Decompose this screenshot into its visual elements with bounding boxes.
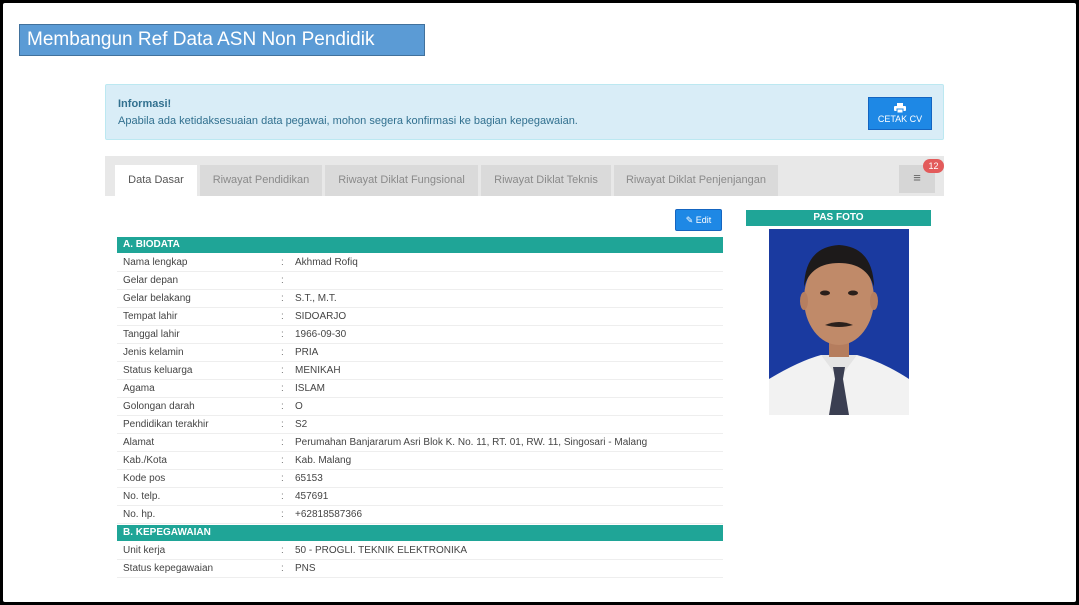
row-label: Pendidikan terakhir [123,419,209,430]
tab-riwayat-diklat-penjenjangan[interactable]: Riwayat Diklat Penjenjangan [614,165,778,196]
row-label: No. hp. [123,509,156,520]
row-value: Perumahan Banjararum Asri Blok K. No. 11… [295,437,648,448]
notification-badge: 12 [923,159,944,173]
row-value: S.T., M.T. [295,293,337,304]
table-row: Jenis kelamin: PRIA [117,344,723,362]
row-separator: : [281,545,284,556]
table-row: Alamat: Perumahan Banjararum Asri Blok K.… [117,434,723,452]
table-row: Agama: ISLAM [117,380,723,398]
pas-foto-title: PAS FOTO [746,210,931,226]
row-separator: : [281,401,284,412]
table-row: Tanggal lahir:1966-09-30 [117,326,723,344]
row-value: +62818587366 [295,509,363,520]
row-value: SIDOARJO [295,311,347,322]
tab-label: Riwayat Pendidikan [212,174,310,186]
tab-label: Riwayat Diklat Fungsional [338,174,465,186]
table-row: Unit kerja:50 - PROGLI. TEKNIK ELEKTRONI… [117,542,723,560]
table-row: Status kepegawaian: PNS [117,560,723,578]
row-value: 50 - PROGLI. TEKNIK ELEKTRONIKA [295,545,468,556]
row-separator: : [281,293,284,304]
cetak-cv-label: CETAK CV [877,114,923,124]
row-label: Kab./Kota [123,455,167,466]
edit-button[interactable]: ✎ Edit [675,209,722,231]
edit-label: Edit [695,215,712,225]
row-value: 65153 [295,473,323,484]
row-separator: : [281,347,284,358]
row-separator: : [281,419,284,430]
print-icon [894,103,906,113]
row-label: Gelar belakang [123,293,191,304]
row-label: Gelar depan [123,275,179,286]
table-row: Kode pos:65153 [117,470,723,488]
row-separator: : [281,491,284,502]
row-label: Unit kerja [123,545,166,556]
row-separator: : [281,365,284,376]
row-label: Tempat lahir [123,311,178,322]
row-separator: : [281,437,284,448]
row-label: Kode pos [123,473,166,484]
slide-title: Membangun Ref Data ASN Non Pendidik [19,24,425,56]
row-separator: : [281,455,284,466]
info-alert: Informasi! Apabila ada ketidaksesuaian d… [105,84,944,140]
row-label: Jenis kelamin [123,347,184,358]
table-row: Nama lengkap: Akhmad Rofiq [117,254,723,272]
tab-riwayat-diklat-teknis[interactable]: Riwayat Diklat Teknis [481,165,611,196]
table-row: Gelar depan: [117,272,723,290]
row-value: 1966-09-30 [295,329,347,340]
table-row: Gelar belakang: S.T., M.T. [117,290,723,308]
row-label: Status kepegawaian [123,563,214,574]
row-separator: : [281,563,284,574]
row-label: Nama lengkap [123,257,188,268]
table-row: No. telp.:457691 [117,488,723,506]
row-separator: : [281,311,284,322]
row-separator: : [281,509,284,520]
row-label: Tanggal lahir [123,329,180,340]
tab-label: Data Dasar [128,174,184,186]
info-title: Informasi! [118,98,172,110]
row-value: S2 [295,419,308,430]
table-row: Status keluarga: MENIKAH [117,362,723,380]
row-value: PRIA [295,347,319,358]
row-separator: : [281,257,284,268]
row-value: Kab. Malang [295,455,352,466]
row-value: 457691 [295,491,329,502]
tab-data-dasar[interactable]: Data Dasar [115,165,197,197]
tab-riwayat-diklat-fungsional[interactable]: Riwayat Diklat Fungsional [325,165,478,196]
row-label: Status keluarga [123,365,193,376]
cetak-cv-button[interactable]: CETAK CV [868,97,932,130]
tab-label: Riwayat Diklat Teknis [494,174,598,186]
row-label: Golongan darah [123,401,195,412]
table-row: Kab./Kota: Kab. Malang [117,452,723,470]
table-row: No. hp.: +62818587366 [117,506,723,524]
row-value: PNS [295,563,316,574]
info-text: Apabila ada ketidaksesuaian data pegawai… [118,115,578,127]
row-label: Alamat [123,437,155,448]
table-row: Tempat lahir: SIDOARJO [117,308,723,326]
row-label: No. telp. [123,491,161,502]
list-icon: ≡ [913,170,921,185]
table-row: Golongan darah: O [117,398,723,416]
row-separator: : [281,329,284,340]
section-biodata: A. BIODATA [117,237,723,253]
section-kepegawaian: B. KEPEGAWAIAN [117,525,723,541]
table-row: Pendidikan terakhir: S2 [117,416,723,434]
pencil-icon: ✎ [685,215,694,225]
tab-riwayat-pendidikan[interactable]: Riwayat Pendidikan [200,165,322,196]
row-value: Akhmad Rofiq [295,257,358,268]
row-value: ISLAM [295,383,326,394]
row-value: MENIKAH [295,365,341,376]
row-separator: : [281,275,284,286]
profile-photo [769,229,909,415]
row-value: O [295,401,303,412]
row-label: Agama [123,383,155,394]
tab-bar: Data Dasar Riwayat Pendidikan Riwayat Di… [105,156,944,197]
row-separator: : [281,383,284,394]
row-separator: : [281,473,284,484]
tab-label: Riwayat Diklat Penjenjangan [625,174,767,186]
